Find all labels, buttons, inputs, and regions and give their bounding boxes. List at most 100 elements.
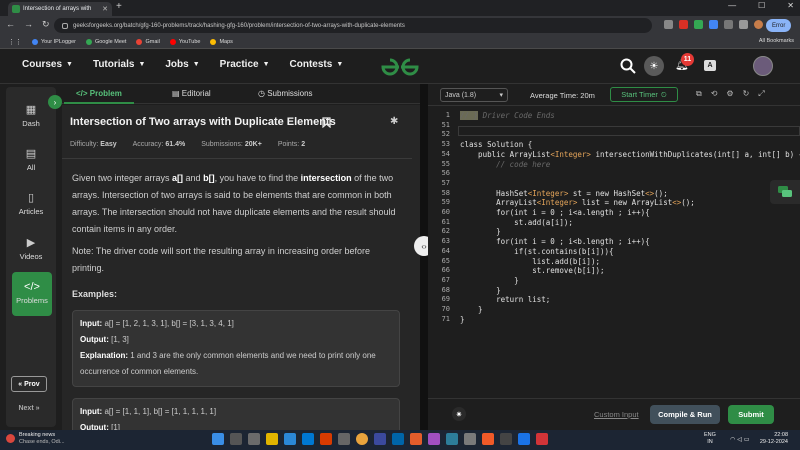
avatar[interactable]: [753, 56, 773, 76]
error-button[interactable]: Error: [766, 19, 792, 32]
app-icon[interactable]: [500, 433, 512, 445]
gfg-logo-icon[interactable]: [380, 57, 420, 77]
refresh-icon[interactable]: ↻: [743, 89, 750, 99]
window-controls: — ☐ ✕: [728, 1, 794, 10]
app-icon[interactable]: [284, 433, 296, 445]
windows-start-icon[interactable]: [212, 433, 224, 445]
close-tab-icon[interactable]: ✕: [102, 5, 108, 13]
extension-icon[interactable]: [664, 20, 673, 29]
extension-icon[interactable]: [679, 20, 688, 29]
chrome-icon[interactable]: [356, 433, 368, 445]
vscode-icon[interactable]: [392, 433, 404, 445]
line-number: 60: [441, 208, 450, 216]
next-problem-button[interactable]: Next »: [11, 400, 47, 416]
bookmark-icon[interactable]: [322, 117, 331, 128]
code-line: st.remove(b[i]);: [460, 266, 605, 276]
example-box: Input: a[] = [1, 2, 1, 3, 1], b[] = [3, …: [72, 310, 400, 387]
compile-run-button[interactable]: Compile & Run: [650, 405, 720, 424]
edge-icon[interactable]: [302, 433, 314, 445]
bookmark-item[interactable]: Maps: [210, 38, 233, 45]
search-icon[interactable]: [230, 433, 242, 445]
start-timer-button[interactable]: Start Timer ⏲︎: [610, 87, 678, 102]
code-line: public ArrayList<Integer> intersectionWi…: [460, 149, 800, 159]
nav-tutorials[interactable]: Tutorials ▼: [93, 59, 145, 70]
fullscreen-icon[interactable]: ⤢: [758, 89, 764, 99]
sidebar-collapse-arrow-icon[interactable]: ›: [48, 95, 62, 109]
apps-grid-icon[interactable]: ⋮⋮: [8, 38, 22, 46]
language-select[interactable]: Java (1.8) ▾: [440, 88, 508, 102]
file-explorer-icon[interactable]: [266, 433, 278, 445]
tab-problem[interactable]: </> Problem: [76, 89, 122, 98]
sidebar-item-articles[interactable]: ▯ Articles: [6, 191, 56, 216]
close-window-icon[interactable]: ✕: [787, 1, 794, 10]
extension-icon[interactable]: [694, 20, 703, 29]
line-number: 67: [441, 275, 450, 284]
theme-toggle-icon[interactable]: ☀: [644, 56, 664, 76]
app-icon[interactable]: [428, 433, 440, 445]
app-icon[interactable]: [374, 433, 386, 445]
translate-icon[interactable]: A: [704, 60, 716, 71]
settings-gear-icon[interactable]: ⚙: [726, 89, 733, 99]
chat-icon[interactable]: [770, 180, 800, 204]
sidebar-item-problems[interactable]: </> Problems: [7, 281, 57, 305]
prev-problem-button[interactable]: « Prov: [11, 376, 47, 392]
sidebar-item-all[interactable]: ▤ All: [6, 147, 56, 172]
system-clock[interactable]: 22:08 29-12-2024: [752, 432, 788, 446]
book-icon: ▯: [27, 192, 35, 204]
code-brackets-icon: </>: [24, 281, 40, 293]
tab-editorial[interactable]: ▤ Editorial: [172, 89, 211, 98]
bookmark-item[interactable]: Gmail: [136, 38, 160, 45]
news-widget[interactable]: Breaking news Chase ends, Odi...: [6, 432, 65, 446]
nav-practice[interactable]: Practice ▼: [220, 59, 270, 70]
bug-report-icon[interactable]: ✱: [390, 116, 398, 127]
intellij-icon[interactable]: [410, 433, 422, 445]
nav-contests[interactable]: Contests ▼: [290, 59, 344, 70]
system-tray-icons[interactable]: ◠◁▭: [730, 436, 752, 443]
all-bookmarks-button[interactable]: All Bookmarks: [759, 38, 794, 44]
battery-icon: ▭: [743, 437, 752, 443]
minimize-icon[interactable]: —: [728, 1, 736, 10]
active-tab-indicator: [64, 102, 134, 104]
line-number: 66: [441, 266, 450, 275]
line-number: 51: [441, 120, 450, 129]
site-info-icon[interactable]: [62, 22, 68, 29]
app-icon[interactable]: [464, 433, 476, 445]
bookmark-item[interactable]: YouTube: [169, 38, 200, 45]
bookmark-favicon-icon: [136, 38, 143, 45]
forward-icon[interactable]: →: [24, 19, 33, 30]
copy-icon[interactable]: ⧉: [696, 89, 702, 99]
bookmarks-bar: ⋮⋮ Your IPLogger Google Meet Gmail YouTu…: [0, 35, 800, 49]
url-input[interactable]: geeksforgeeks.org/batch/gfg-160-problems…: [54, 18, 652, 33]
brave-icon[interactable]: [482, 433, 494, 445]
back-icon[interactable]: ←: [6, 19, 15, 30]
bookmark-item[interactable]: Google Meet: [85, 38, 126, 45]
reload-icon[interactable]: ↻: [42, 19, 50, 30]
tab-submissions[interactable]: ◷ Submissions: [258, 89, 313, 98]
new-tab-icon[interactable]: +: [116, 1, 122, 12]
sidebar-item-dash[interactable]: ▦ Dash: [6, 103, 56, 128]
sidebar-item-videos[interactable]: ▶ Videos: [6, 236, 56, 261]
extension-icon[interactable]: [709, 20, 718, 29]
code-line: ArrayList<Integer> list = new ArrayList<…: [460, 198, 695, 208]
app-icon[interactable]: [338, 433, 350, 445]
sidepanel-icon[interactable]: [739, 20, 748, 29]
language-indicator[interactable]: ENG IN: [704, 432, 716, 446]
nav-courses[interactable]: Courses ▼: [22, 59, 73, 70]
nav-jobs[interactable]: Jobs ▼: [165, 59, 199, 70]
extensions-puzzle-icon[interactable]: [724, 20, 733, 29]
search-icon[interactable]: [620, 58, 636, 74]
task-view-icon[interactable]: [248, 433, 260, 445]
app-icon[interactable]: [536, 433, 548, 445]
app-icon[interactable]: [518, 433, 530, 445]
panel-splitter[interactable]: [420, 84, 428, 430]
submit-button[interactable]: Submit: [728, 405, 774, 424]
hint-lightbulb-icon[interactable]: ✷: [452, 407, 466, 421]
reset-icon[interactable]: ⟲: [711, 89, 718, 99]
app-icon[interactable]: [320, 433, 332, 445]
maximize-icon[interactable]: ☐: [758, 1, 765, 10]
custom-input-link[interactable]: Custom Input: [594, 410, 639, 419]
bookmark-item[interactable]: Your IPLogger: [32, 38, 76, 45]
profile-icon[interactable]: [754, 20, 763, 29]
browser-tab[interactable]: Intersection of arrays with ✕: [8, 2, 112, 16]
app-icon[interactable]: [446, 433, 458, 445]
